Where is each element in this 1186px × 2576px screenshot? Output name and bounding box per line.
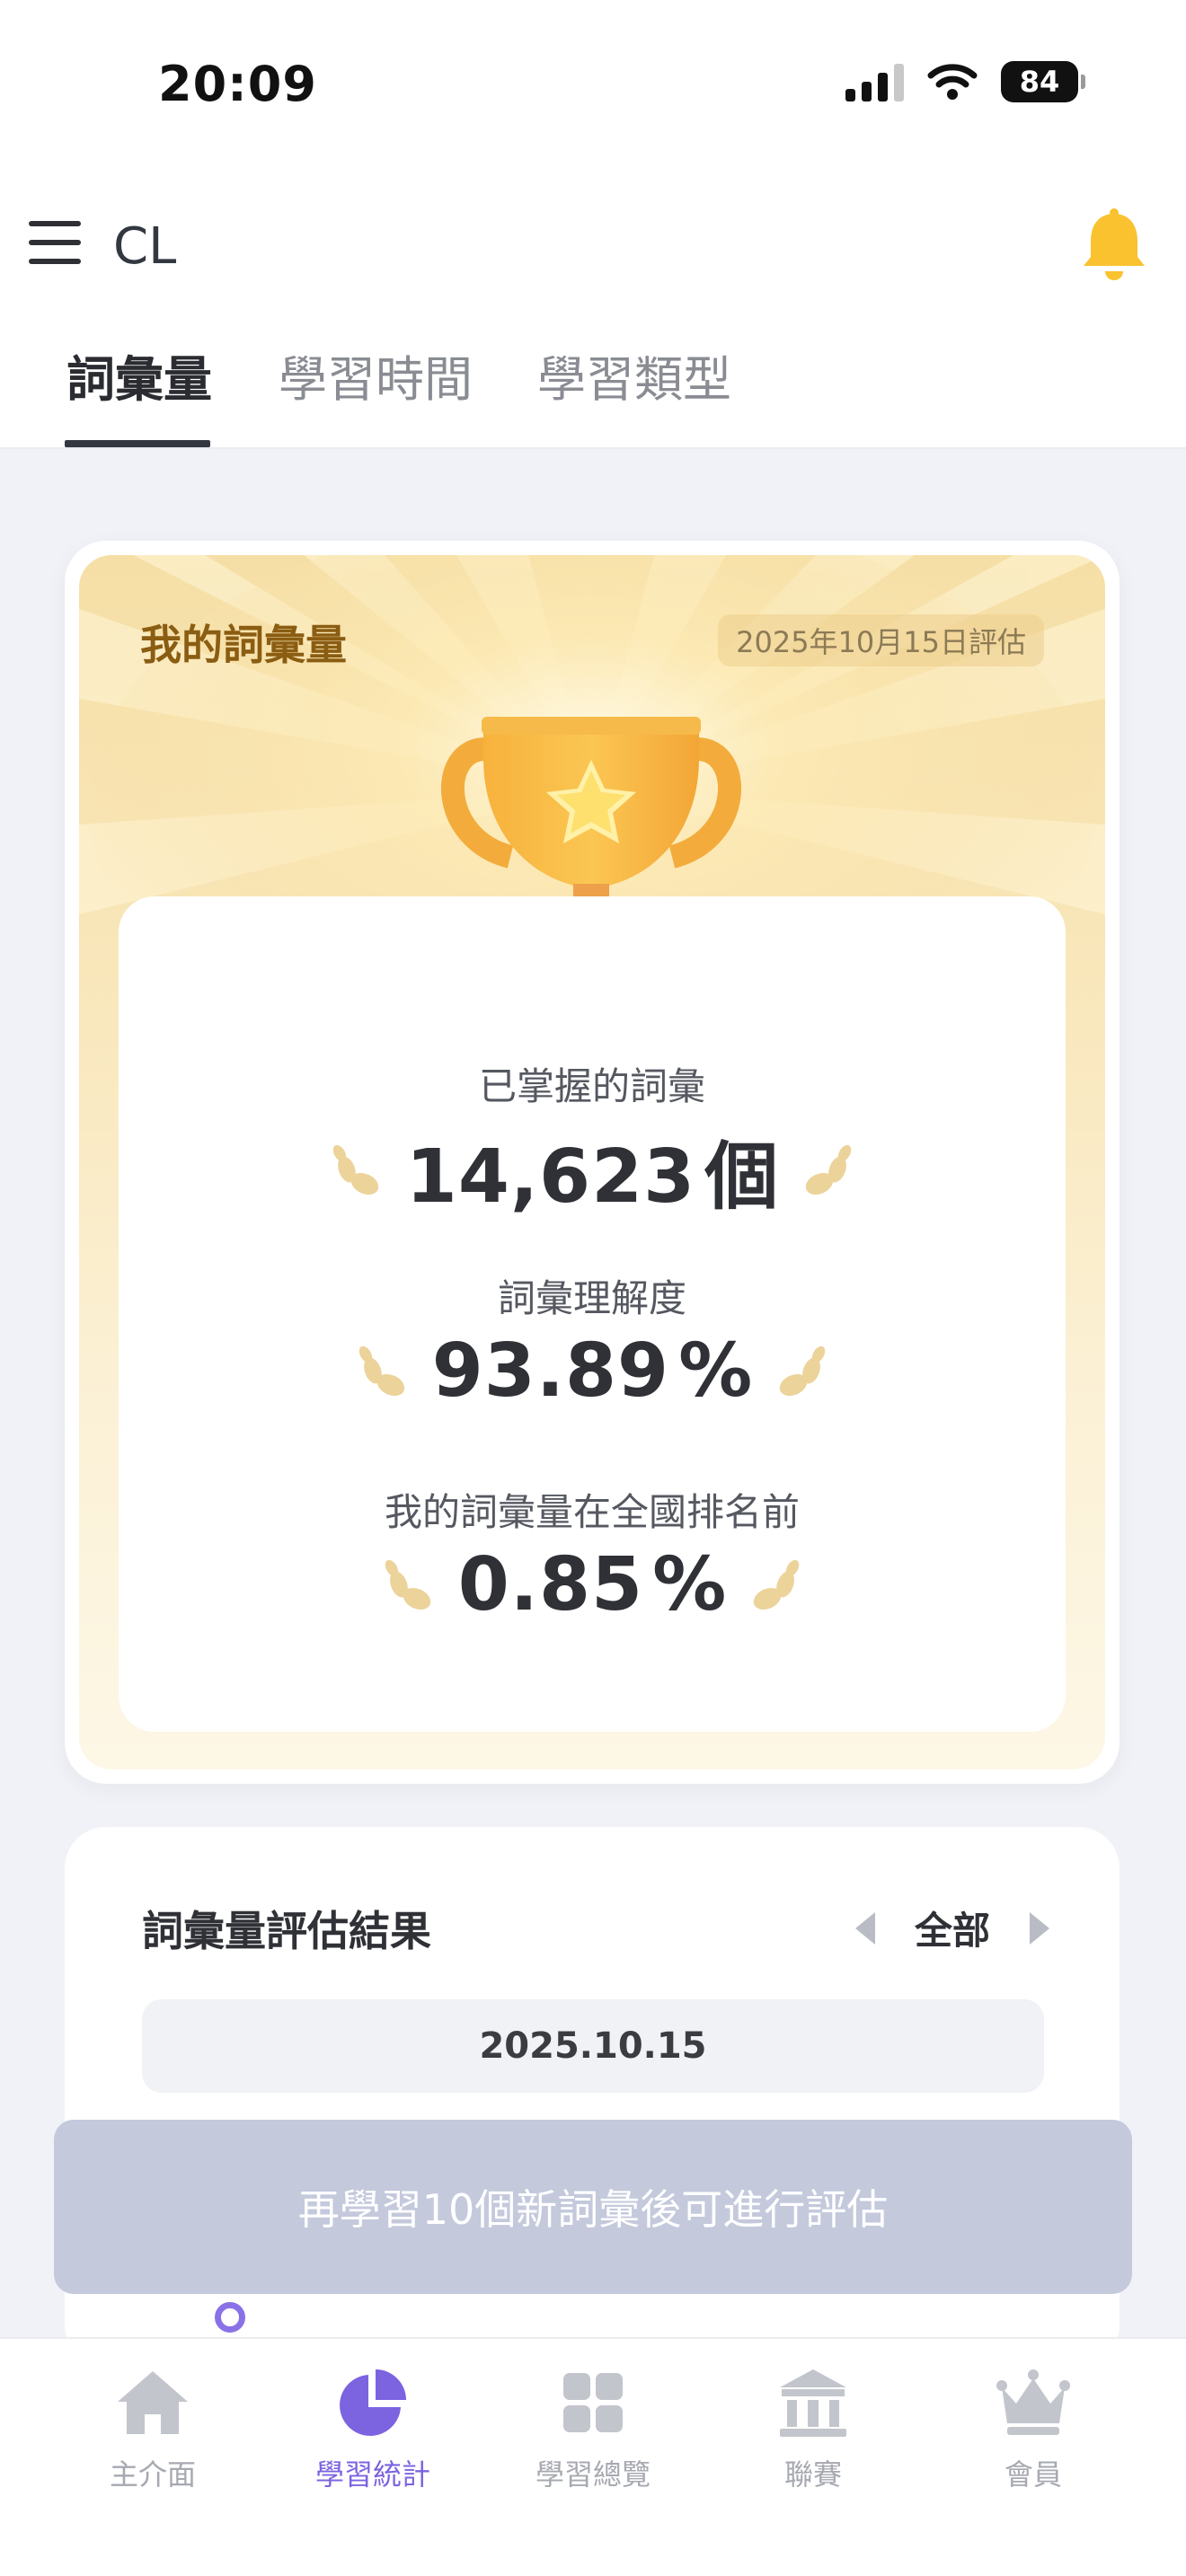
stat-unit: % [678, 1328, 753, 1414]
tab-underline [65, 440, 210, 447]
national-rank-stat: 我的詞彙量在全國排名前 0.85% [119, 1482, 1066, 1628]
results-filter: 全部 [854, 1901, 1049, 1955]
laurel-right-icon [805, 1144, 852, 1195]
stat-label: 我的詞彙量在全國排名前 [384, 1490, 800, 1534]
status-time: 20:09 [158, 56, 317, 112]
stat-unit: 個 [704, 1134, 779, 1220]
crown-icon [996, 2369, 1070, 2435]
tab-vocabulary[interactable]: 詞彙量 [66, 340, 212, 447]
nav-label: 會員 [1004, 2457, 1062, 2492]
indicator-dot [215, 2302, 245, 2333]
home-icon [118, 2371, 188, 2434]
battery-icon: 84 [1001, 61, 1085, 102]
bank-icon [780, 2369, 846, 2437]
app-header: CL 詞彙量 學習時間 學習類型 [0, 171, 1186, 449]
nav-label: 學習總覽 [535, 2457, 651, 2492]
next-arrow-icon[interactable] [1030, 1911, 1049, 1945]
cellular-signal-icon [845, 62, 904, 101]
wifi-icon [927, 64, 978, 100]
evaluation-date-badge: 2025年10月15日評估 [718, 614, 1044, 666]
bell-icon[interactable] [1080, 208, 1148, 284]
tab-study-type[interactable]: 學習類型 [537, 340, 731, 447]
nav-label: 聯賽 [783, 2457, 842, 2492]
vocabulary-title: 我的詞彙量 [140, 621, 347, 669]
user-name: CL [113, 217, 177, 276]
stat-label: 已掌握的詞彙 [478, 1064, 705, 1108]
menu-icon[interactable] [29, 221, 81, 264]
stat-value: 0.85 [457, 1542, 644, 1628]
nav-label: 學習統計 [314, 2457, 430, 2492]
laurel-left-icon [385, 1559, 430, 1610]
filter-label[interactable]: 全部 [915, 1901, 990, 1955]
comprehension-stat: 詞彙理解度 93.89% [119, 1268, 1066, 1414]
stat-value: 14,623 [405, 1134, 696, 1220]
stat-label: 詞彙理解度 [497, 1276, 686, 1320]
nav-study-overview[interactable]: 學習總覽 [494, 2364, 692, 2493]
mastered-words-stat: 已掌握的詞彙 14,623 個 [119, 1056, 1066, 1223]
result-date-pill[interactable]: 2025.10.15 [142, 1999, 1044, 2093]
bottom-navigation: 主介面 學習統計 學習總覽 聯賽 會員 [0, 2337, 1186, 2576]
stat-unit: % [652, 1542, 727, 1628]
status-icons: 84 [845, 61, 1085, 102]
evaluation-banner[interactable]: 再學習10個新詞彙後可進行評估 [54, 2120, 1132, 2294]
laurel-right-icon [754, 1559, 800, 1610]
nav-membership[interactable]: 會員 [934, 2364, 1132, 2493]
laurel-left-icon [332, 1144, 378, 1195]
laurel-right-icon [780, 1345, 826, 1396]
stat-value: 93.89 [431, 1328, 670, 1414]
nav-study-stats[interactable]: 學習統計 [274, 2364, 472, 2493]
laurel-left-icon [358, 1345, 404, 1396]
nav-home[interactable]: 主介面 [54, 2364, 252, 2493]
grid-icon [563, 2373, 623, 2432]
nav-label: 主介面 [109, 2457, 196, 2492]
status-bar: 20:09 84 [0, 0, 1186, 171]
vocabulary-card: 我的詞彙量 2025年10月15日評估 已掌握的詞彙 14,623 個 詞彙理解… [65, 541, 1120, 1784]
results-title: 詞彙量評估結果 [142, 1907, 431, 1955]
tab-study-time[interactable]: 學習時間 [279, 340, 473, 447]
vocabulary-stats-panel: 已掌握的詞彙 14,623 個 詞彙理解度 93.89 % 我的詞彙量在全國排名… [119, 896, 1066, 1732]
pie-chart-icon [340, 2369, 406, 2436]
previous-arrow-icon[interactable] [854, 1911, 875, 1945]
vocabulary-card-inner: 我的詞彙量 2025年10月15日評估 已掌握的詞彙 14,623 個 詞彙理解… [79, 555, 1105, 1769]
tab-bar: 詞彙量 學習時間 學習類型 [0, 313, 1186, 447]
nav-league[interactable]: 聯賽 [714, 2364, 912, 2493]
